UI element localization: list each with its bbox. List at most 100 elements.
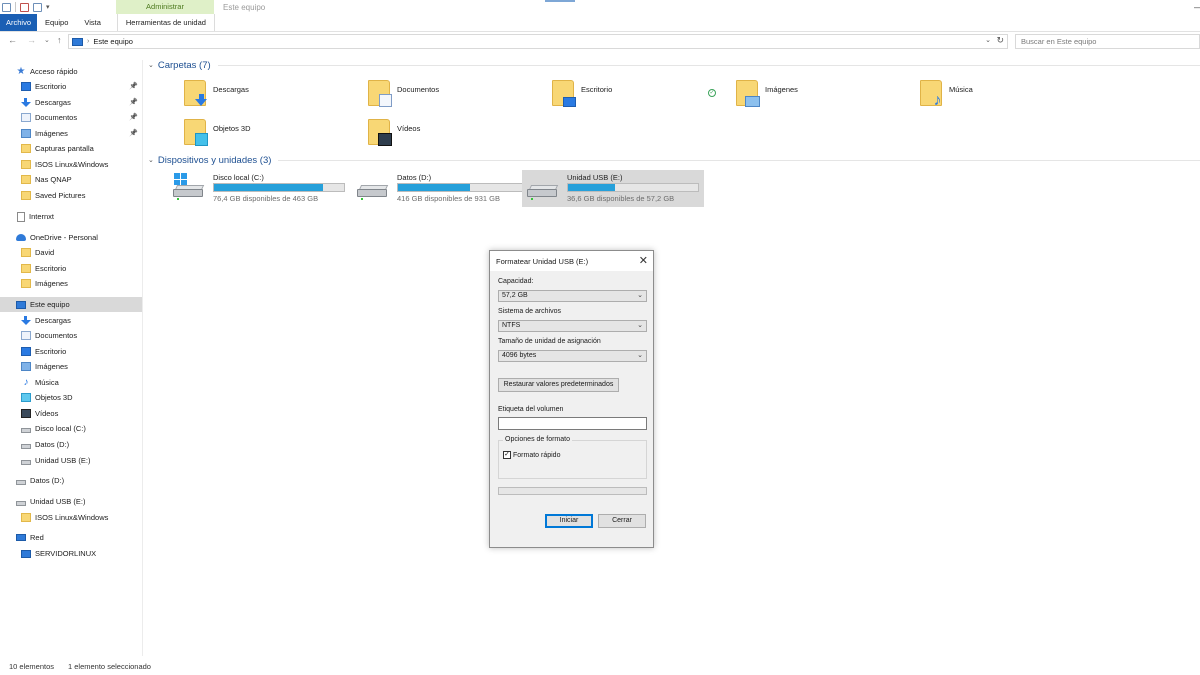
folder-icon <box>21 513 31 522</box>
address-dropdown-icon[interactable]: ⌄ <box>985 36 991 44</box>
new-folder-icon[interactable] <box>33 2 42 12</box>
breadcrumb[interactable]: Este equipo <box>93 37 133 46</box>
sidebar-item[interactable]: Capturas pantalla <box>0 141 142 156</box>
folder-tile[interactable]: Descargas <box>184 80 354 114</box>
status-bar: 10 elementos 1 elemento seleccionado <box>0 660 1200 675</box>
sidebar-item[interactable]: Este equipo <box>0 297 142 312</box>
folder-label: Documentos <box>397 85 440 94</box>
chevron-down-icon[interactable]: ▾ <box>46 3 50 11</box>
sidebar-item[interactable]: Documentos <box>0 328 142 343</box>
sidebar-item-label: ISOS Linux&Windows <box>35 513 109 522</box>
capacity-select[interactable]: 57,2 GB ⌄ <box>498 290 647 302</box>
computer-icon <box>16 300 26 309</box>
sidebar-item[interactable]: SERVIDORLINUX <box>0 546 142 561</box>
tab-herramientas-unidad[interactable]: Herramientas de unidad <box>116 14 215 31</box>
folder-tile[interactable]: Vídeos <box>368 119 538 153</box>
tab-equipo[interactable]: Equipo <box>37 14 76 31</box>
sidebar-item[interactable]: Red <box>0 530 142 545</box>
up-arrow-icon[interactable]: ↑ <box>57 35 62 45</box>
tab-archivo[interactable]: Archivo <box>0 14 38 31</box>
forward-arrow-icon[interactable]: → <box>27 35 36 45</box>
sidebar-item[interactable]: Saved Pictures <box>0 188 142 203</box>
back-arrow-icon[interactable]: ← <box>8 35 17 45</box>
folder-tile[interactable]: Objetos 3D <box>184 119 354 153</box>
videos-folder-icon <box>368 119 392 146</box>
context-tab-group: Administrar <box>116 0 214 14</box>
volume-label-input[interactable] <box>498 417 647 430</box>
sidebar-item[interactable]: David <box>0 245 142 260</box>
drive-tile[interactable]: Unidad USB (E:) 36,6 GB disponibles de 57… <box>522 170 704 207</box>
sidebar-item[interactable]: Imágenes <box>0 359 142 374</box>
drive-icon <box>21 427 31 433</box>
folders-group-header[interactable]: ⌄ Carpetas (7) <box>148 59 211 71</box>
sidebar-item-label: Escritorio <box>35 82 67 91</box>
start-button[interactable]: Iniciar <box>545 514 593 528</box>
sidebar-item-label: ISOS Linux&Windows <box>35 160 109 169</box>
minimize-icon[interactable]: — <box>1194 2 1200 12</box>
allocation-select[interactable]: 4096 bytes ⌄ <box>498 350 647 362</box>
sidebar-item[interactable]: Disco local (C:) <box>0 421 142 436</box>
recent-chevron-icon[interactable]: ⌄ <box>44 36 50 44</box>
properties-icon[interactable] <box>2 2 11 12</box>
folder-tile[interactable]: Escritorio <box>552 80 722 114</box>
sidebar-item[interactable]: ISOS Linux&Windows <box>0 157 142 172</box>
sidebar-item[interactable]: ♪ Música <box>0 375 142 390</box>
sync-status-icon: ✓ <box>708 89 716 97</box>
sidebar-item[interactable]: Datos (D:) <box>0 473 142 488</box>
sidebar-item[interactable]: Descargas 📌 <box>0 95 142 110</box>
address-bar[interactable]: › Este equipo ⌄ ↻ <box>68 34 1008 49</box>
dialog-title-bar: Formatear Unidad USB (E:) ✕ <box>490 251 653 271</box>
folder-icon <box>21 279 31 288</box>
tab-vista[interactable]: Vista <box>76 14 109 31</box>
sidebar-item[interactable]: Escritorio 📌 <box>0 79 142 94</box>
sidebar-item[interactable]: ISOS Linux&Windows <box>0 510 142 525</box>
sidebar-item[interactable]: Unidad USB (E:) <box>0 453 142 468</box>
sidebar-item[interactable]: ★ Acceso rápido <box>0 64 142 79</box>
folder-tile[interactable]: ♪ Música <box>920 80 1090 114</box>
check-icon[interactable] <box>20 2 29 12</box>
folder-icon <box>21 191 31 200</box>
sidebar-item[interactable]: Imágenes <box>0 276 142 291</box>
sidebar-item[interactable]: Datos (D:) <box>0 437 142 452</box>
sidebar-item[interactable]: Objetos 3D <box>0 390 142 405</box>
sidebar-item[interactable]: Nas QNAP <box>0 172 142 187</box>
drive-tile[interactable]: Disco local (C:) 76,4 GB disponibles de 4… <box>168 170 350 207</box>
drives-group-header[interactable]: ⌄ Dispositivos y unidades (3) <box>148 154 271 166</box>
sidebar-item-label: Escritorio <box>35 264 67 273</box>
restore-defaults-button[interactable]: Restaurar valores predeterminados <box>498 378 619 392</box>
sidebar-item[interactable]: Internxt <box>0 209 142 224</box>
folder-tile[interactable]: Documentos <box>368 80 538 114</box>
pin-icon: 📌 <box>129 114 138 121</box>
sidebar-item[interactable]: Escritorio <box>0 261 142 276</box>
collapse-chevron-icon[interactable]: ⌄ <box>148 156 154 164</box>
sidebar-item[interactable]: Vídeos <box>0 406 142 421</box>
sidebar-item-label: Imágenes <box>35 129 68 138</box>
sidebar-item[interactable]: Escritorio <box>0 344 142 359</box>
drive-icon <box>357 185 389 200</box>
drive-tile[interactable]: Datos (D:) 416 GB disponibles de 931 GB <box>352 170 534 207</box>
desktop-icon <box>21 82 31 91</box>
close-button[interactable]: Cerrar <box>598 514 646 528</box>
cloud-icon <box>16 234 26 241</box>
close-icon[interactable]: ✕ <box>639 254 648 267</box>
sidebar-item[interactable]: Unidad USB (E:) <box>0 494 142 509</box>
quick-format-option[interactable]: ✓ Formato rápido <box>503 451 560 459</box>
refresh-icon[interactable]: ↻ <box>996 35 1004 46</box>
folder-label: Música <box>949 85 973 94</box>
filesystem-select[interactable]: NTFS ⌄ <box>498 320 647 332</box>
drive-icon <box>527 185 559 200</box>
sidebar-item-label: Vídeos <box>35 409 59 418</box>
breadcrumb-chevron-icon[interactable]: › <box>87 38 89 45</box>
sidebar-item[interactable]: Imágenes 📌 <box>0 126 142 141</box>
quick-access-toolbar: ▾ <box>0 0 50 14</box>
drive-free-space: 416 GB disponibles de 931 GB <box>397 194 500 203</box>
sidebar-item[interactable]: Descargas <box>0 313 142 328</box>
search-input[interactable]: Buscar en Este equipo <box>1015 34 1200 49</box>
sidebar-item[interactable]: OneDrive - Personal <box>0 230 142 245</box>
collapse-chevron-icon[interactable]: ⌄ <box>148 61 154 69</box>
drive-usage-fill <box>568 184 615 191</box>
quick-format-checkbox[interactable]: ✓ <box>503 451 511 459</box>
computer-icon <box>72 37 83 46</box>
sidebar-item[interactable]: Documentos 📌 <box>0 110 142 125</box>
folder-tile[interactable]: Imágenes <box>736 80 906 114</box>
